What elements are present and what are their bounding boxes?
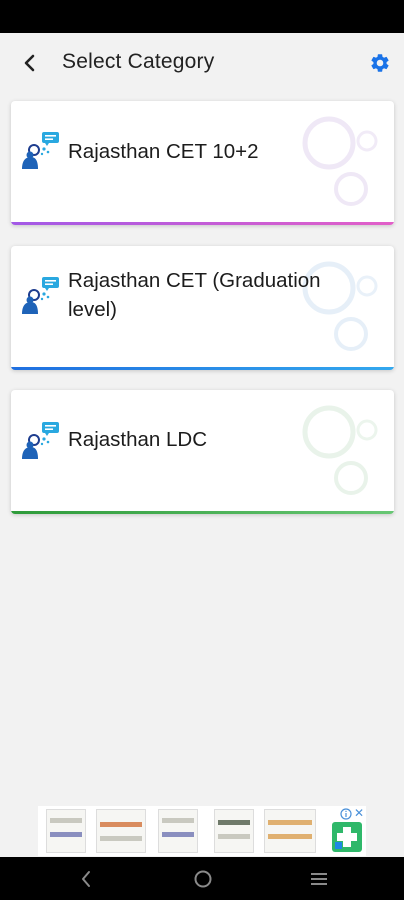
ad-product-image[interactable] — [264, 809, 316, 853]
settings-button[interactable] — [366, 49, 394, 77]
category-card-rajasthan-cet-10-2[interactable]: Rajasthan CET 10+2 — [11, 101, 394, 225]
nav-back-button[interactable] — [73, 867, 99, 891]
gear-icon — [371, 54, 389, 72]
ad-banner[interactable]: ✕ — [38, 806, 366, 856]
app-bar: Select Category — [0, 33, 404, 93]
page-title: Select Category — [62, 50, 215, 73]
ad-info-icon[interactable] — [340, 808, 352, 820]
card-accent-bar — [11, 511, 394, 514]
back-button[interactable] — [14, 49, 46, 77]
nav-home-button[interactable] — [190, 867, 216, 891]
category-label: Rajasthan CET 10+2 — [68, 140, 259, 163]
category-icon — [22, 422, 59, 459]
ad-product-image[interactable] — [46, 809, 86, 853]
nav-recents-icon — [311, 873, 327, 885]
nav-back-icon — [82, 871, 90, 887]
category-icon — [22, 277, 59, 314]
back-arrow-icon — [24, 54, 35, 72]
ad-close-button[interactable]: ✕ — [354, 806, 364, 820]
ad-product-image[interactable] — [96, 809, 146, 853]
category-icon — [22, 132, 59, 169]
category-label: Rajasthan CET (Graduation level) — [68, 269, 321, 321]
medical-plus-icon — [332, 822, 362, 852]
system-navigation-bar — [0, 857, 404, 900]
card-accent-bar — [11, 367, 394, 370]
ad-product-image[interactable] — [158, 809, 198, 853]
card-accent-bar — [11, 222, 394, 225]
category-card-rajasthan-ldc[interactable]: Rajasthan LDC — [11, 390, 394, 514]
status-bar — [0, 0, 404, 33]
category-card-rajasthan-cet-graduation[interactable]: Rajasthan CET (Graduation level) — [11, 246, 394, 370]
category-label: Rajasthan LDC — [68, 428, 208, 451]
nav-recents-button[interactable] — [306, 867, 332, 891]
nav-home-icon — [194, 870, 212, 888]
ad-product-image[interactable] — [214, 809, 254, 853]
